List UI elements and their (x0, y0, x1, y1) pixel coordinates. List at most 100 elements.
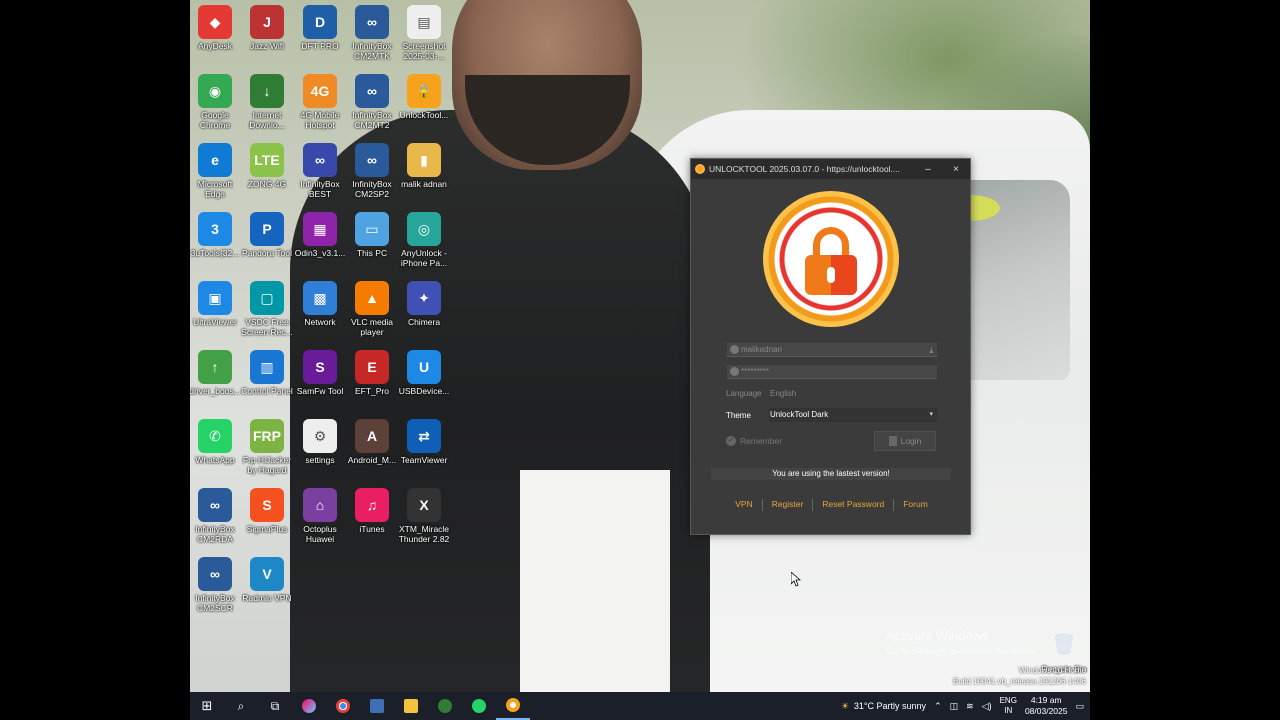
app-shortcut-icon: ∞ (198, 557, 232, 591)
desktop-icon[interactable]: ✆ WhatsApp (190, 419, 242, 465)
remember-checkbox[interactable]: ✓ Remember (726, 436, 782, 446)
desktop-icon[interactable]: ◉ Google Chrome (190, 74, 242, 130)
app-shortcut-icon: ↓ (250, 74, 284, 108)
close-button[interactable]: × (942, 164, 970, 175)
taskbar-chrome[interactable] (326, 692, 360, 720)
wifi-icon[interactable]: ≋ (966, 701, 974, 712)
desktop-icon[interactable]: J Jazz Wifi (240, 5, 294, 51)
desktop-icon[interactable]: X XTM_Miracle Thunder 2.82 (397, 488, 451, 544)
login-button[interactable]: Login (874, 431, 936, 451)
desktop-icon[interactable]: 4G 4G Mobile Hotspot (293, 74, 347, 130)
taskbar-idm[interactable] (428, 692, 462, 720)
desktop-icon[interactable]: E EFT_Pro (345, 350, 399, 396)
unlocktool-window[interactable]: UNLOCKTOOL 2025.03.07.0 - https://unlock… (690, 158, 971, 535)
desktop-icon[interactable]: ▩ Network (293, 281, 347, 327)
desktop-icon[interactable]: ⚙ settings (293, 419, 347, 465)
desktop-icon[interactable]: e Microsoft Edge (190, 143, 242, 199)
desktop-icon[interactable]: ▮ malik adnan (397, 143, 451, 189)
desktop-icon[interactable]: S SigmaPlus (240, 488, 294, 534)
taskbar-whatsapp[interactable] (462, 692, 496, 720)
desktop: ◆ AnyDesk J Jazz Wifi D DFT PRO ∞ InfinityBox C… (190, 0, 1090, 720)
username-field[interactable]: malikadnan ⤓ (727, 343, 937, 357)
desktop-icon-label: ZONG 4G (247, 179, 287, 189)
desktop-icon[interactable]: ▦ Odin3_v3.1... (293, 212, 347, 258)
desktop-icon[interactable]: FRP Frp HiJacker by Hagard (240, 419, 294, 475)
app-shortcut-icon: ∞ (355, 5, 389, 39)
desktop-icon-label: Chimera (407, 317, 441, 327)
taskbar-unlocktool[interactable] (496, 692, 530, 720)
reset-password-link[interactable]: Reset Password (813, 499, 893, 511)
start-button[interactable]: ⊞ (190, 692, 224, 720)
register-link[interactable]: Register (763, 499, 813, 511)
theme-value: UnlockTool Dark (770, 410, 829, 419)
app-shortcut-icon: ⇄ (407, 419, 441, 453)
app-shortcut-icon: ▤ (407, 5, 441, 39)
desktop-icon[interactable]: ▭ This PC (345, 212, 399, 258)
chevron-up-icon[interactable]: ⌃ (934, 701, 942, 712)
desktop-icon[interactable]: ✦ Chimera (397, 281, 451, 327)
desktop-icon[interactable]: ◆ AnyDesk (190, 5, 242, 51)
desktop-icon[interactable]: ▥ Control Panel (240, 350, 294, 396)
desktop-icon[interactable]: LTE ZONG 4G (240, 143, 294, 189)
key-icon (730, 367, 739, 376)
desktop-icon[interactable]: ▣ UltraViewer (190, 281, 242, 327)
password-field[interactable]: ********* (727, 365, 937, 379)
desktop-icon[interactable]: ◎ AnyUnlock - iPhone Pa... (397, 212, 451, 268)
build-text: Build 19041.vb_release.191206-1406 (953, 677, 1086, 686)
desktop-icon[interactable]: ▤ Screenshot 2025-03-... (397, 5, 451, 61)
volume-icon[interactable]: ◁) (982, 701, 992, 712)
desktop-icon[interactable]: ↑ driver_boos... (190, 350, 242, 396)
vpn-link[interactable]: VPN (726, 499, 761, 511)
desktop-icon[interactable]: S SamFw Tool (293, 350, 347, 396)
notification-icon[interactable]: ▭ (1075, 701, 1084, 712)
network-icon[interactable]: ◫ (950, 701, 959, 712)
desktop-icon[interactable]: ∞ InfinityBox BEST (293, 143, 347, 199)
desktop-icon-label: Pandora Tool (242, 248, 292, 258)
desktop-icon[interactable]: 3 3uTools(32... (190, 212, 242, 258)
background-shirt (520, 470, 670, 720)
desktop-icon[interactable]: 🔒 UnlockTool... (397, 74, 451, 120)
desktop-icon[interactable]: ⌂ Octoplus Huawei (293, 488, 347, 544)
desktop-icon[interactable]: ∞ InfinityBox CM2MTK (345, 5, 399, 61)
desktop-icon[interactable]: ∞ InfinityBox CM2SCR (190, 557, 242, 613)
desktop-icon[interactable]: ▲ VLC media player (345, 281, 399, 337)
search-button[interactable]: ⌕ (224, 692, 258, 720)
desktop-icon-label: 4G Mobile Hotspot (300, 110, 340, 130)
taskbar-app[interactable] (360, 692, 394, 720)
taskbar-copilot[interactable] (292, 692, 326, 720)
desktop-icon[interactable]: ↓ Internet Downlo... (240, 74, 294, 130)
forum-link[interactable]: Forum (894, 499, 937, 511)
app-shortcut-icon: ◉ (198, 74, 232, 108)
language-select[interactable]: English (769, 387, 937, 401)
user-icon (730, 345, 739, 354)
desktop-icon[interactable]: ∞ InfinityBox CM2SP2 (345, 143, 399, 199)
download-icon[interactable]: ⤓ (929, 344, 933, 358)
desktop-icon[interactable]: ⇄ TeamViewer (397, 419, 451, 465)
desktop-icon[interactable]: U USBDevice... (397, 350, 451, 396)
unlocktool-titlebar[interactable]: UNLOCKTOOL 2025.03.07.0 - https://unlock… (691, 159, 970, 179)
desktop-icon[interactable]: A Android_M... (345, 419, 399, 465)
desktop-icon[interactable]: V Radmin VPN (240, 557, 294, 603)
unlocktool-logo-icon (763, 191, 899, 327)
app-shortcut-icon: X (407, 488, 441, 522)
window-title: UNLOCKTOOL 2025.03.07.0 - https://unlock… (709, 164, 900, 174)
minimize-button[interactable]: – (914, 164, 942, 175)
desktop-icon-label: InfinityBox CM2SP2 (352, 179, 392, 199)
language-indicator[interactable]: ENG IN (1000, 696, 1017, 716)
clock[interactable]: 4:19 am 08/03/2025 (1025, 695, 1068, 717)
desktop-icon[interactable]: D DFT PRO (293, 5, 347, 51)
clock-date: 08/03/2025 (1024, 706, 1068, 716)
desktop-icon[interactable]: ♫ iTunes (345, 488, 399, 534)
desktop-icon[interactable]: ▢ VSDC Free Screen Rec... (240, 281, 294, 337)
desktop-icon-label: Android_M... (347, 455, 397, 465)
app-shortcut-icon: ▦ (303, 212, 337, 246)
desktop-icon[interactable]: ∞ InfinityBox CM2MT2 (345, 74, 399, 130)
theme-select[interactable]: UnlockTool Dark ▾ (769, 408, 937, 422)
weather-widget[interactable]: ☀ 31°C Partly sunny (841, 701, 926, 712)
username-value: malikadnan (741, 345, 782, 354)
desktop-icon[interactable]: P Pandora Tool (240, 212, 294, 258)
task-view-button[interactable]: ⧉ (258, 692, 292, 720)
desktop-icon-label: UltraViewer (193, 317, 237, 327)
taskbar-file-explorer[interactable] (394, 692, 428, 720)
desktop-icon[interactable]: ∞ InfinityBox CM2RDA (190, 488, 242, 544)
